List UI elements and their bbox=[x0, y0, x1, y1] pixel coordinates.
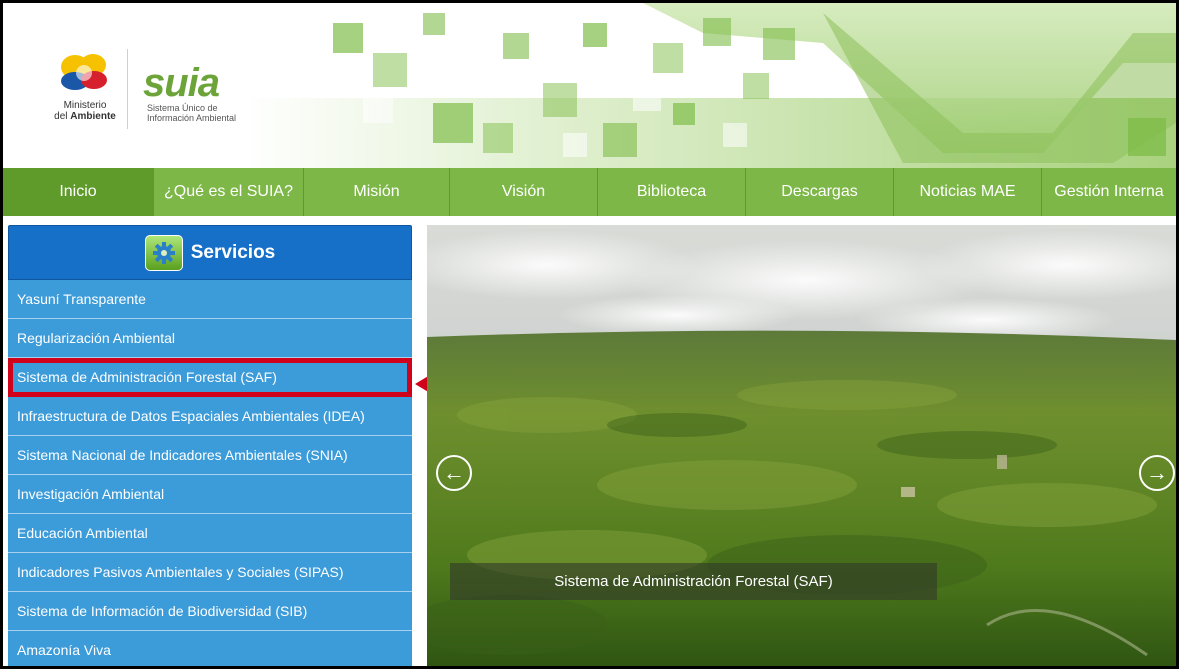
ministry-label-line2: del Ambiente bbox=[45, 111, 125, 122]
ministry-logo[interactable]: Ministerio del Ambiente bbox=[45, 45, 125, 122]
gear-icon bbox=[144, 234, 183, 271]
ministry-flower-icon bbox=[61, 54, 107, 90]
arrow-left-icon[interactable]: ← bbox=[436, 455, 472, 491]
service-item-idea[interactable]: Infraestructura de Datos Espaciales Ambi… bbox=[8, 397, 412, 436]
suia-logo[interactable]: suia Sistema Único de Información Ambien… bbox=[143, 63, 273, 123]
service-item-regularizacion[interactable]: Regularización Ambiental bbox=[8, 319, 412, 358]
service-item-investigacion[interactable]: Investigación Ambiental bbox=[8, 475, 412, 514]
services-header: Servicios bbox=[8, 225, 412, 280]
nav-item-mision[interactable]: Misión bbox=[304, 168, 450, 216]
slide-caption[interactable]: Sistema de Administración Forestal (SAF) bbox=[450, 563, 937, 600]
nav-item-inicio[interactable]: Inicio bbox=[3, 168, 154, 216]
nav-item-gestion-interna[interactable]: Gestión Interna bbox=[1042, 168, 1176, 216]
service-item-educacion[interactable]: Educación Ambiental bbox=[8, 514, 412, 553]
nav-item-vision[interactable]: Visión bbox=[450, 168, 598, 216]
service-item-sipas[interactable]: Indicadores Pasivos Ambientales y Social… bbox=[8, 553, 412, 592]
main-nav: Inicio ¿Qué es el SUIA? Misión Visión Bi… bbox=[3, 168, 1176, 216]
services-panel: Servicios Yasuní Transparente Regulariza… bbox=[8, 225, 412, 666]
services-title: Servicios bbox=[190, 241, 276, 263]
service-item-yasuni[interactable]: Yasuní Transparente bbox=[8, 280, 412, 319]
ministry-label-line1: Ministerio bbox=[63, 100, 107, 111]
nav-item-biblioteca[interactable]: Biblioteca bbox=[598, 168, 746, 216]
suia-wordmark: suia bbox=[143, 61, 220, 105]
nav-item-descargas[interactable]: Descargas bbox=[746, 168, 894, 216]
suia-subtitle-line2: Información Ambiental bbox=[147, 113, 237, 123]
ministry-label-bold: Ambiente bbox=[70, 111, 116, 122]
service-item-saf[interactable]: Sistema de Administración Forestal (SAF) bbox=[8, 358, 412, 397]
suia-subtitle-line1: Sistema Único de bbox=[147, 103, 218, 113]
service-item-amazonia-viva[interactable]: Amazonía Viva bbox=[8, 631, 412, 666]
page-frame: Ministerio del Ambiente suia Sistema Úni… bbox=[3, 3, 1176, 666]
site-header: Ministerio del Ambiente suia Sistema Úni… bbox=[3, 3, 1176, 168]
ministry-label-prefix: del bbox=[54, 111, 71, 122]
service-item-sib[interactable]: Sistema de Información de Biodiversidad … bbox=[8, 592, 412, 631]
suia-subtitle: Sistema Único de Información Ambiental bbox=[147, 103, 273, 123]
nav-item-que-es-suia[interactable]: ¿Qué es el SUIA? bbox=[154, 168, 304, 216]
logo-divider bbox=[127, 49, 128, 129]
arrow-right-icon[interactable]: → bbox=[1139, 455, 1175, 491]
nav-item-noticias-mae[interactable]: Noticias MAE bbox=[894, 168, 1042, 216]
image-slider: ← → Sistema de Administración Forestal (… bbox=[427, 225, 1176, 666]
service-item-snia[interactable]: Sistema Nacional de Indicadores Ambienta… bbox=[8, 436, 412, 475]
